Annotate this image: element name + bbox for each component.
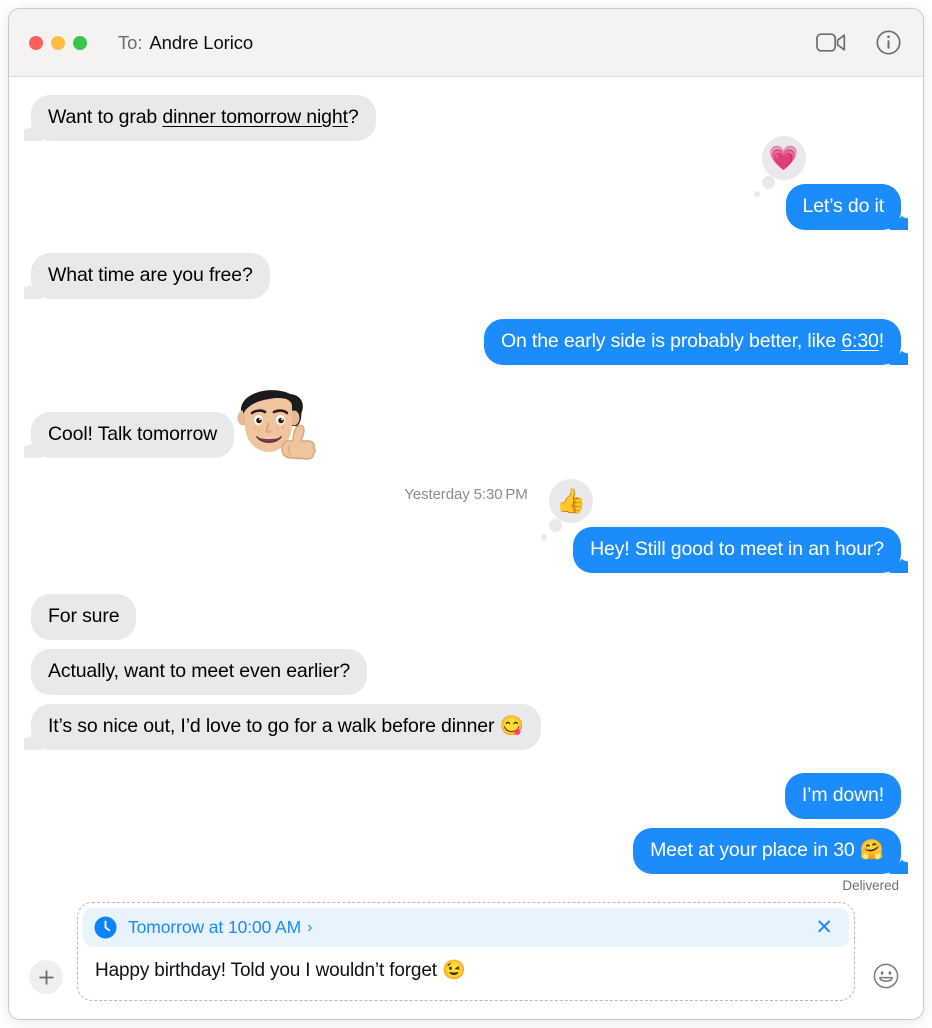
add-attachment-button[interactable] bbox=[29, 960, 63, 994]
compose-area: Tomorrow at 10:00 AM › ✕ Happy birthday!… bbox=[9, 892, 923, 1019]
close-icon[interactable]: ✕ bbox=[811, 917, 837, 938]
memoji-thumbs-up-sticker[interactable] bbox=[221, 370, 321, 470]
minimize-window-button[interactable] bbox=[51, 35, 65, 50]
message-input[interactable]: Happy birthday! Told you I wouldn’t forg… bbox=[83, 947, 849, 996]
messages-window: To: Andre Lorico Want to grab dinner tom… bbox=[8, 8, 924, 1020]
traffic-light-controls bbox=[29, 35, 87, 50]
message-bubble-incoming[interactable]: Cool! Talk tomorrow bbox=[31, 412, 235, 458]
window-titlebar: To: Andre Lorico bbox=[9, 9, 923, 77]
message-bubble-incoming[interactable]: For sure bbox=[31, 594, 137, 640]
message-text-suffix: ? bbox=[347, 106, 359, 128]
delivery-status: Delivered bbox=[842, 878, 899, 892]
to-label: To: bbox=[118, 31, 143, 53]
recipient-field[interactable]: To: Andre Lorico bbox=[118, 32, 253, 54]
message-bubble-outgoing[interactable]: Hey! Still good to meet in an hour? bbox=[573, 527, 901, 573]
close-window-button[interactable] bbox=[29, 35, 43, 50]
message-bubble-incoming[interactable]: What time are you free? bbox=[31, 253, 270, 299]
message-bubble-incoming[interactable]: It’s so nice out, I’d love to go for a w… bbox=[31, 704, 541, 750]
data-detector-link[interactable]: 6:30 bbox=[841, 330, 879, 352]
message-bubble-outgoing[interactable]: On the early side is probably better, li… bbox=[483, 319, 901, 365]
message-bubble-outgoing[interactable]: Let’s do it bbox=[785, 184, 901, 230]
facetime-video-icon[interactable] bbox=[816, 32, 846, 53]
message-row: For sure bbox=[9, 594, 923, 640]
message-bubble-outgoing[interactable]: Meet at your place in 30 🤗 bbox=[633, 828, 901, 874]
message-row: I’m down! bbox=[9, 773, 923, 819]
scheduled-send-time: Tomorrow at 10:00 AM bbox=[128, 917, 302, 937]
message-row: Want to grab dinner tomorrow night? bbox=[9, 95, 923, 141]
message-row: What time are you free? bbox=[9, 253, 923, 299]
message-row: 💗 Let’s do it bbox=[9, 136, 923, 230]
scheduled-send-label: Tomorrow at 10:00 AM › bbox=[128, 917, 312, 938]
message-row: Actually, want to meet even earlier? bbox=[9, 649, 923, 695]
message-row: 👍 Hey! Still good to meet in an hour? bbox=[9, 479, 923, 573]
info-icon[interactable] bbox=[876, 30, 901, 55]
message-bubble-incoming[interactable]: Want to grab dinner tomorrow night? bbox=[31, 95, 376, 141]
zoom-window-button[interactable] bbox=[73, 35, 87, 50]
message-bubble-outgoing[interactable]: I’m down! bbox=[784, 773, 901, 819]
scheduled-send-chip[interactable]: Tomorrow at 10:00 AM › ✕ bbox=[83, 908, 849, 947]
data-detector-link[interactable]: dinner tomorrow night bbox=[162, 106, 348, 128]
chevron-right-icon[interactable]: › bbox=[307, 919, 312, 937]
emoji-picker-button[interactable] bbox=[869, 959, 903, 993]
message-row: Meet at your place in 30 🤗 bbox=[9, 828, 923, 874]
titlebar-actions bbox=[816, 30, 901, 55]
message-text-suffix: ! bbox=[878, 330, 884, 352]
thumbs-up-tapback[interactable]: 👍 bbox=[541, 479, 594, 540]
smiley-face-icon bbox=[873, 963, 899, 989]
heart-tapback[interactable]: 💗 bbox=[753, 136, 806, 197]
message-bubble-incoming[interactable]: Actually, want to meet even earlier? bbox=[31, 649, 368, 695]
plus-icon bbox=[38, 969, 54, 985]
message-row: It’s so nice out, I’d love to go for a w… bbox=[9, 704, 923, 750]
conversation-transcript[interactable]: Want to grab dinner tomorrow night? 💗 Le… bbox=[9, 77, 923, 892]
timestamp-divider: Yesterday 5:30 PM bbox=[404, 486, 528, 503]
message-with-tapback: 👍 Hey! Still good to meet in an hour? bbox=[541, 479, 901, 573]
message-row: On the early side is probably better, li… bbox=[9, 319, 923, 365]
clock-icon bbox=[94, 916, 117, 939]
message-with-tapback: 💗 Let’s do it bbox=[753, 136, 901, 230]
compose-input-container[interactable]: Tomorrow at 10:00 AM › ✕ Happy birthday!… bbox=[77, 902, 855, 1001]
recipient-name: Andre Lorico bbox=[149, 31, 254, 53]
message-text-prefix: Want to grab bbox=[48, 106, 163, 128]
message-row: Cool! Talk tomorrow bbox=[9, 390, 923, 460]
message-text-prefix: On the early side is probably better, li… bbox=[500, 330, 842, 352]
